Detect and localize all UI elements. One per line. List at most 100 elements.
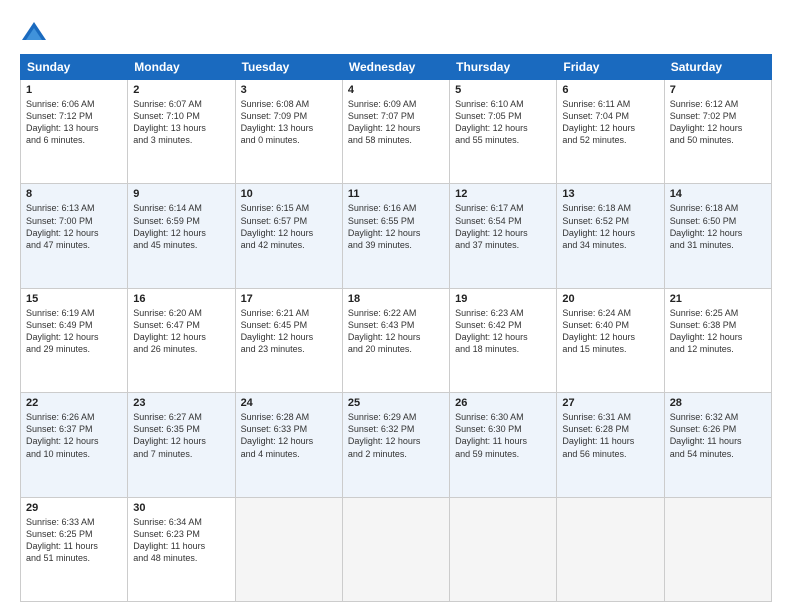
day-number: 28 bbox=[670, 397, 766, 409]
day-number: 8 bbox=[26, 188, 122, 200]
day-details: Sunrise: 6:23 AMSunset: 6:42 PMDaylight:… bbox=[455, 307, 551, 356]
day-cell: 29Sunrise: 6:33 AMSunset: 6:25 PMDayligh… bbox=[21, 497, 128, 601]
day-number: 12 bbox=[455, 188, 551, 200]
day-details: Sunrise: 6:10 AMSunset: 7:05 PMDaylight:… bbox=[455, 98, 551, 147]
day-details: Sunrise: 6:19 AMSunset: 6:49 PMDaylight:… bbox=[26, 307, 122, 356]
day-cell bbox=[235, 497, 342, 601]
day-cell: 18 Sunrise: 6:22 AMSunset: 6:43 PMDayligh… bbox=[342, 288, 449, 392]
day-cell bbox=[664, 497, 771, 601]
day-number: 30 bbox=[133, 502, 229, 514]
week-row-5: 29Sunrise: 6:33 AMSunset: 6:25 PMDayligh… bbox=[21, 497, 772, 601]
day-number: 27 bbox=[562, 397, 658, 409]
day-number: 25 bbox=[348, 397, 444, 409]
header bbox=[20, 18, 772, 46]
day-details: Sunrise: 6:26 AMSunset: 6:37 PMDaylight:… bbox=[26, 411, 122, 460]
day-number: 14 bbox=[670, 188, 766, 200]
day-cell: 19 Sunrise: 6:23 AMSunset: 6:42 PMDayligh… bbox=[450, 288, 557, 392]
day-cell: 26Sunrise: 6:30 AMSunset: 6:30 PMDayligh… bbox=[450, 393, 557, 497]
week-row-4: 22 Sunrise: 6:26 AMSunset: 6:37 PMDayligh… bbox=[21, 393, 772, 497]
week-row-2: 8Sunrise: 6:13 AMSunset: 7:00 PMDaylight… bbox=[21, 184, 772, 288]
day-number: 9 bbox=[133, 188, 229, 200]
day-cell: 3 Sunrise: 6:08 AMSunset: 7:09 PMDaylight… bbox=[235, 80, 342, 184]
day-details: Sunrise: 6:17 AMSunset: 6:54 PMDaylight:… bbox=[455, 202, 551, 251]
day-number: 2 bbox=[133, 84, 229, 96]
day-details: Sunrise: 6:18 AMSunset: 6:52 PMDaylight:… bbox=[562, 202, 658, 251]
day-cell: 17Sunrise: 6:21 AMSunset: 6:45 PMDayligh… bbox=[235, 288, 342, 392]
day-details: Sunrise: 6:21 AMSunset: 6:45 PMDaylight:… bbox=[241, 307, 337, 356]
day-number: 7 bbox=[670, 84, 766, 96]
day-cell: 15Sunrise: 6:19 AMSunset: 6:49 PMDayligh… bbox=[21, 288, 128, 392]
logo bbox=[20, 18, 52, 46]
day-details: Sunrise: 6:18 AMSunset: 6:50 PMDaylight:… bbox=[670, 202, 766, 251]
day-details: Sunrise: 6:12 AMSunset: 7:02 PMDaylight:… bbox=[670, 98, 766, 147]
day-details: Sunrise: 6:11 AMSunset: 7:04 PMDaylight:… bbox=[562, 98, 658, 147]
day-number: 6 bbox=[562, 84, 658, 96]
day-cell: 1Sunrise: 6:06 AMSunset: 7:12 PMDaylight… bbox=[21, 80, 128, 184]
day-details: Sunrise: 6:25 AMSunset: 6:38 PMDaylight:… bbox=[670, 307, 766, 356]
week-row-3: 15Sunrise: 6:19 AMSunset: 6:49 PMDayligh… bbox=[21, 288, 772, 392]
day-cell: 9 Sunrise: 6:14 AMSunset: 6:59 PMDaylight… bbox=[128, 184, 235, 288]
day-details: Sunrise: 6:30 AMSunset: 6:30 PMDaylight:… bbox=[455, 411, 551, 460]
col-header-saturday: Saturday bbox=[664, 55, 771, 80]
day-details: Sunrise: 6:20 AMSunset: 6:47 PMDaylight:… bbox=[133, 307, 229, 356]
header-row: SundayMondayTuesdayWednesdayThursdayFrid… bbox=[21, 55, 772, 80]
day-number: 21 bbox=[670, 293, 766, 305]
day-cell: 24Sunrise: 6:28 AMSunset: 6:33 PMDayligh… bbox=[235, 393, 342, 497]
day-details: Sunrise: 6:27 AMSunset: 6:35 PMDaylight:… bbox=[133, 411, 229, 460]
day-cell: 21 Sunrise: 6:25 AMSunset: 6:38 PMDayligh… bbox=[664, 288, 771, 392]
day-number: 22 bbox=[26, 397, 122, 409]
day-number: 13 bbox=[562, 188, 658, 200]
day-details: Sunrise: 6:34 AMSunset: 6:23 PMDaylight:… bbox=[133, 516, 229, 565]
col-header-friday: Friday bbox=[557, 55, 664, 80]
day-cell: 7 Sunrise: 6:12 AMSunset: 7:02 PMDaylight… bbox=[664, 80, 771, 184]
day-cell: 27 Sunrise: 6:31 AMSunset: 6:28 PMDayligh… bbox=[557, 393, 664, 497]
day-cell: 13 Sunrise: 6:18 AMSunset: 6:52 PMDayligh… bbox=[557, 184, 664, 288]
day-number: 18 bbox=[348, 293, 444, 305]
col-header-thursday: Thursday bbox=[450, 55, 557, 80]
calendar-table: SundayMondayTuesdayWednesdayThursdayFrid… bbox=[20, 54, 772, 602]
logo-icon bbox=[20, 18, 48, 46]
day-details: Sunrise: 6:08 AMSunset: 7:09 PMDaylight:… bbox=[241, 98, 337, 147]
day-details: Sunrise: 6:32 AMSunset: 6:26 PMDaylight:… bbox=[670, 411, 766, 460]
day-cell bbox=[342, 497, 449, 601]
day-details: Sunrise: 6:31 AMSunset: 6:28 PMDaylight:… bbox=[562, 411, 658, 460]
page: SundayMondayTuesdayWednesdayThursdayFrid… bbox=[0, 0, 792, 612]
day-cell: 23Sunrise: 6:27 AMSunset: 6:35 PMDayligh… bbox=[128, 393, 235, 497]
day-number: 4 bbox=[348, 84, 444, 96]
day-number: 5 bbox=[455, 84, 551, 96]
day-details: Sunrise: 6:15 AMSunset: 6:57 PMDaylight:… bbox=[241, 202, 337, 251]
day-details: Sunrise: 6:09 AMSunset: 7:07 PMDaylight:… bbox=[348, 98, 444, 147]
day-cell: 12 Sunrise: 6:17 AMSunset: 6:54 PMDayligh… bbox=[450, 184, 557, 288]
week-row-1: 1Sunrise: 6:06 AMSunset: 7:12 PMDaylight… bbox=[21, 80, 772, 184]
day-cell: 30 Sunrise: 6:34 AMSunset: 6:23 PMDayligh… bbox=[128, 497, 235, 601]
day-details: Sunrise: 6:28 AMSunset: 6:33 PMDaylight:… bbox=[241, 411, 337, 460]
col-header-monday: Monday bbox=[128, 55, 235, 80]
day-cell: 22 Sunrise: 6:26 AMSunset: 6:37 PMDayligh… bbox=[21, 393, 128, 497]
day-details: Sunrise: 6:07 AMSunset: 7:10 PMDaylight:… bbox=[133, 98, 229, 147]
day-cell: 2 Sunrise: 6:07 AMSunset: 7:10 PMDaylight… bbox=[128, 80, 235, 184]
col-header-sunday: Sunday bbox=[21, 55, 128, 80]
day-number: 19 bbox=[455, 293, 551, 305]
day-number: 16 bbox=[133, 293, 229, 305]
day-cell: 28 Sunrise: 6:32 AMSunset: 6:26 PMDayligh… bbox=[664, 393, 771, 497]
day-number: 3 bbox=[241, 84, 337, 96]
day-cell: 6 Sunrise: 6:11 AMSunset: 7:04 PMDaylight… bbox=[557, 80, 664, 184]
day-details: Sunrise: 6:16 AMSunset: 6:55 PMDaylight:… bbox=[348, 202, 444, 251]
day-number: 10 bbox=[241, 188, 337, 200]
day-cell bbox=[557, 497, 664, 601]
day-details: Sunrise: 6:06 AMSunset: 7:12 PMDaylight:… bbox=[26, 98, 122, 147]
day-cell: 25Sunrise: 6:29 AMSunset: 6:32 PMDayligh… bbox=[342, 393, 449, 497]
day-cell: 16 Sunrise: 6:20 AMSunset: 6:47 PMDayligh… bbox=[128, 288, 235, 392]
day-cell: 14 Sunrise: 6:18 AMSunset: 6:50 PMDayligh… bbox=[664, 184, 771, 288]
col-header-wednesday: Wednesday bbox=[342, 55, 449, 80]
day-cell: 5 Sunrise: 6:10 AMSunset: 7:05 PMDaylight… bbox=[450, 80, 557, 184]
day-details: Sunrise: 6:24 AMSunset: 6:40 PMDaylight:… bbox=[562, 307, 658, 356]
day-details: Sunrise: 6:14 AMSunset: 6:59 PMDaylight:… bbox=[133, 202, 229, 251]
day-details: Sunrise: 6:22 AMSunset: 6:43 PMDaylight:… bbox=[348, 307, 444, 356]
day-cell: 10 Sunrise: 6:15 AMSunset: 6:57 PMDayligh… bbox=[235, 184, 342, 288]
day-details: Sunrise: 6:33 AMSunset: 6:25 PMDaylight:… bbox=[26, 516, 122, 565]
day-number: 11 bbox=[348, 188, 444, 200]
day-cell: 4 Sunrise: 6:09 AMSunset: 7:07 PMDaylight… bbox=[342, 80, 449, 184]
day-number: 20 bbox=[562, 293, 658, 305]
day-cell bbox=[450, 497, 557, 601]
